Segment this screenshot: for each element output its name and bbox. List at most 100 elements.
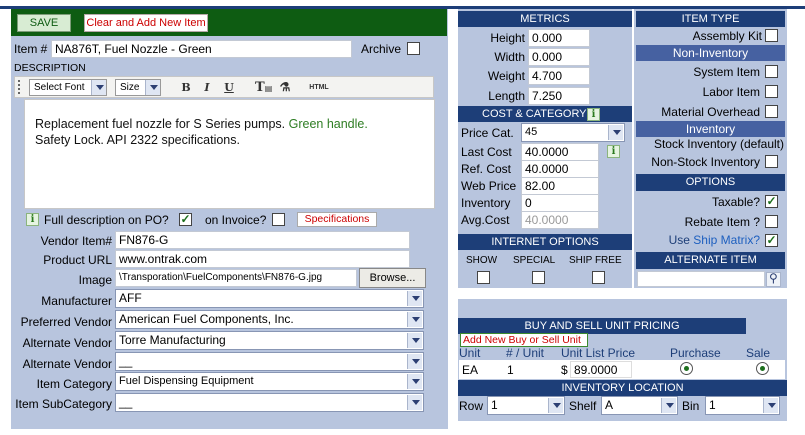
ship-matrix-link[interactable]: Ship Matrix? bbox=[693, 233, 760, 247]
text-color-icon[interactable]: T▤ bbox=[255, 80, 272, 95]
length-input[interactable]: 7.250 bbox=[528, 87, 590, 105]
stock-inventory-label[interactable]: Stock Inventory (default) bbox=[636, 137, 784, 151]
price-cat-value: 45 bbox=[525, 126, 538, 138]
clear-add-new-button[interactable]: Clear and Add New Item bbox=[84, 14, 208, 32]
description-editor[interactable]: Replacement fuel nozzle for S Series pum… bbox=[24, 99, 435, 209]
labor-item-checkbox[interactable] bbox=[765, 85, 778, 98]
ship-matrix-row: Use Ship Matrix? bbox=[636, 233, 760, 247]
sale-radio[interactable] bbox=[756, 362, 769, 375]
bin-select-value: 1 bbox=[709, 398, 716, 412]
chevron-down-icon bbox=[407, 374, 422, 389]
labor-item-label: Labor Item bbox=[702, 85, 760, 99]
length-label: Length bbox=[488, 89, 525, 103]
price-cat-select[interactable]: 45 bbox=[521, 123, 625, 142]
save-button[interactable]: SAVE bbox=[17, 14, 71, 32]
use-label: Use bbox=[668, 233, 694, 247]
last-cost-input[interactable]: 40.0000 bbox=[521, 143, 599, 161]
chevron-down-icon bbox=[407, 333, 422, 348]
alternate-item-header: ALTERNATE ITEM bbox=[636, 252, 785, 269]
preferred-vendor-select[interactable]: American Fuel Components, Inc. bbox=[115, 310, 424, 329]
inventory-input[interactable]: 0 bbox=[521, 194, 599, 212]
avg-cost-input: 40.0000 bbox=[521, 211, 599, 229]
alternate-vendor-2-label: Alternate Vendor bbox=[22, 357, 112, 371]
non-stock-inventory-checkbox[interactable] bbox=[765, 155, 778, 168]
specifications-button[interactable]: Specifications bbox=[297, 212, 377, 227]
full-desc-po-checkbox[interactable] bbox=[179, 213, 192, 226]
last-cost-label: Last Cost bbox=[461, 145, 512, 159]
alternate-vendor-select[interactable]: Torre Manufacturing bbox=[115, 331, 424, 350]
item-category-value: Fuel Dispensing Equipment bbox=[119, 375, 254, 387]
info-icon[interactable]: i bbox=[587, 108, 600, 121]
alternate-vendor-value: Torre Manufacturing bbox=[119, 333, 226, 347]
show-checkbox[interactable] bbox=[477, 271, 490, 284]
col-purchase-header: Purchase bbox=[670, 346, 721, 360]
weight-input[interactable]: 4.700 bbox=[528, 67, 590, 85]
shelf-select[interactable]: A bbox=[601, 396, 678, 415]
special-checkbox[interactable] bbox=[532, 271, 545, 284]
price-cat-label: Price Cat. bbox=[461, 126, 514, 140]
vendor-item-input[interactable]: FN876-G bbox=[115, 231, 410, 249]
assembly-kit-checkbox[interactable] bbox=[765, 29, 778, 42]
ref-cost-input[interactable]: 40.0000 bbox=[521, 160, 599, 178]
material-overhead-checkbox[interactable] bbox=[765, 105, 778, 118]
search-icon[interactable] bbox=[766, 271, 781, 287]
alternate-item-input[interactable] bbox=[637, 271, 765, 287]
highlight-icon[interactable]: ⚗ bbox=[277, 80, 293, 95]
bold-button[interactable]: B bbox=[178, 80, 194, 95]
ship-free-checkbox[interactable] bbox=[592, 271, 605, 284]
on-invoice-checkbox[interactable] bbox=[272, 213, 285, 226]
html-mode-button[interactable]: HTML bbox=[306, 80, 332, 95]
col-unit-header: Unit bbox=[459, 346, 481, 360]
special-label: SPECIAL bbox=[513, 255, 556, 266]
info-icon[interactable]: i bbox=[607, 145, 620, 158]
purchase-radio[interactable] bbox=[680, 362, 693, 375]
system-item-checkbox[interactable] bbox=[765, 65, 778, 78]
size-select[interactable]: Size bbox=[115, 79, 161, 96]
alternate-vendor-2-value: __ bbox=[119, 354, 133, 368]
width-input[interactable]: 0.000 bbox=[528, 48, 590, 66]
web-price-input[interactable]: 82.00 bbox=[521, 177, 599, 195]
preferred-vendor-value: American Fuel Components, Inc. bbox=[119, 312, 294, 326]
chevron-down-icon bbox=[608, 125, 623, 140]
full-desc-po-label: Full description on PO? bbox=[44, 213, 169, 227]
underline-button[interactable]: U bbox=[221, 80, 237, 95]
bin-select[interactable]: 1 bbox=[705, 396, 780, 415]
archive-label: Archive bbox=[361, 42, 402, 56]
internet-options-header: INTERNET OPTIONS bbox=[458, 234, 632, 250]
item-subcategory-select[interactable]: __ bbox=[115, 393, 424, 412]
item-number-input[interactable]: NA876T, Fuel Nozzle - Green bbox=[51, 40, 352, 58]
chevron-down-icon bbox=[407, 354, 422, 369]
non-stock-inventory-label: Non-Stock Inventory bbox=[651, 155, 760, 169]
row-price-input[interactable]: 89.0000 bbox=[570, 361, 632, 378]
alternate-vendor-label: Alternate Vendor bbox=[22, 336, 112, 350]
description-text-line2: Safety Lock. API 2322 specifications. bbox=[35, 133, 240, 147]
product-url-input[interactable]: www.ontrak.com bbox=[115, 250, 410, 268]
alternate-vendor-2-select[interactable]: __ bbox=[115, 352, 424, 371]
chevron-down-icon bbox=[548, 398, 563, 413]
font-select[interactable]: Select Font bbox=[29, 79, 107, 96]
row-unit[interactable]: EA bbox=[462, 363, 478, 377]
ship-matrix-checkbox[interactable] bbox=[765, 234, 778, 247]
rebate-item-checkbox[interactable] bbox=[765, 215, 778, 228]
browse-button[interactable]: Browse... bbox=[359, 268, 426, 288]
manufacturer-select[interactable]: AFF bbox=[115, 289, 424, 308]
image-path-input[interactable]: \Transporation\FuelComponents\FN876-G.jp… bbox=[115, 269, 357, 287]
height-label: Height bbox=[490, 31, 525, 45]
add-unit-button[interactable]: Add New Buy or Sell Unit bbox=[460, 333, 588, 347]
preferred-vendor-label: Preferred Vendor bbox=[20, 315, 112, 329]
chevron-down-icon bbox=[91, 80, 106, 95]
taxable-checkbox[interactable] bbox=[765, 195, 778, 208]
item-category-select[interactable]: Fuel Dispensing Equipment bbox=[115, 372, 424, 391]
info-icon[interactable]: i bbox=[26, 213, 39, 226]
shelf-select-value: A bbox=[605, 398, 614, 412]
col-list-price-header: Unit List Price bbox=[561, 346, 636, 360]
col-sale-header: Sale bbox=[746, 346, 771, 360]
chevron-down-icon bbox=[407, 312, 422, 327]
archive-checkbox[interactable] bbox=[407, 42, 420, 55]
chevron-down-icon bbox=[661, 398, 676, 413]
row-select[interactable]: 1 bbox=[487, 396, 565, 415]
item-type-header: ITEM TYPE bbox=[636, 11, 785, 27]
italic-button[interactable]: I bbox=[199, 80, 215, 95]
height-input[interactable]: 0.000 bbox=[528, 29, 590, 47]
row-per-unit[interactable]: 1 bbox=[507, 363, 514, 377]
